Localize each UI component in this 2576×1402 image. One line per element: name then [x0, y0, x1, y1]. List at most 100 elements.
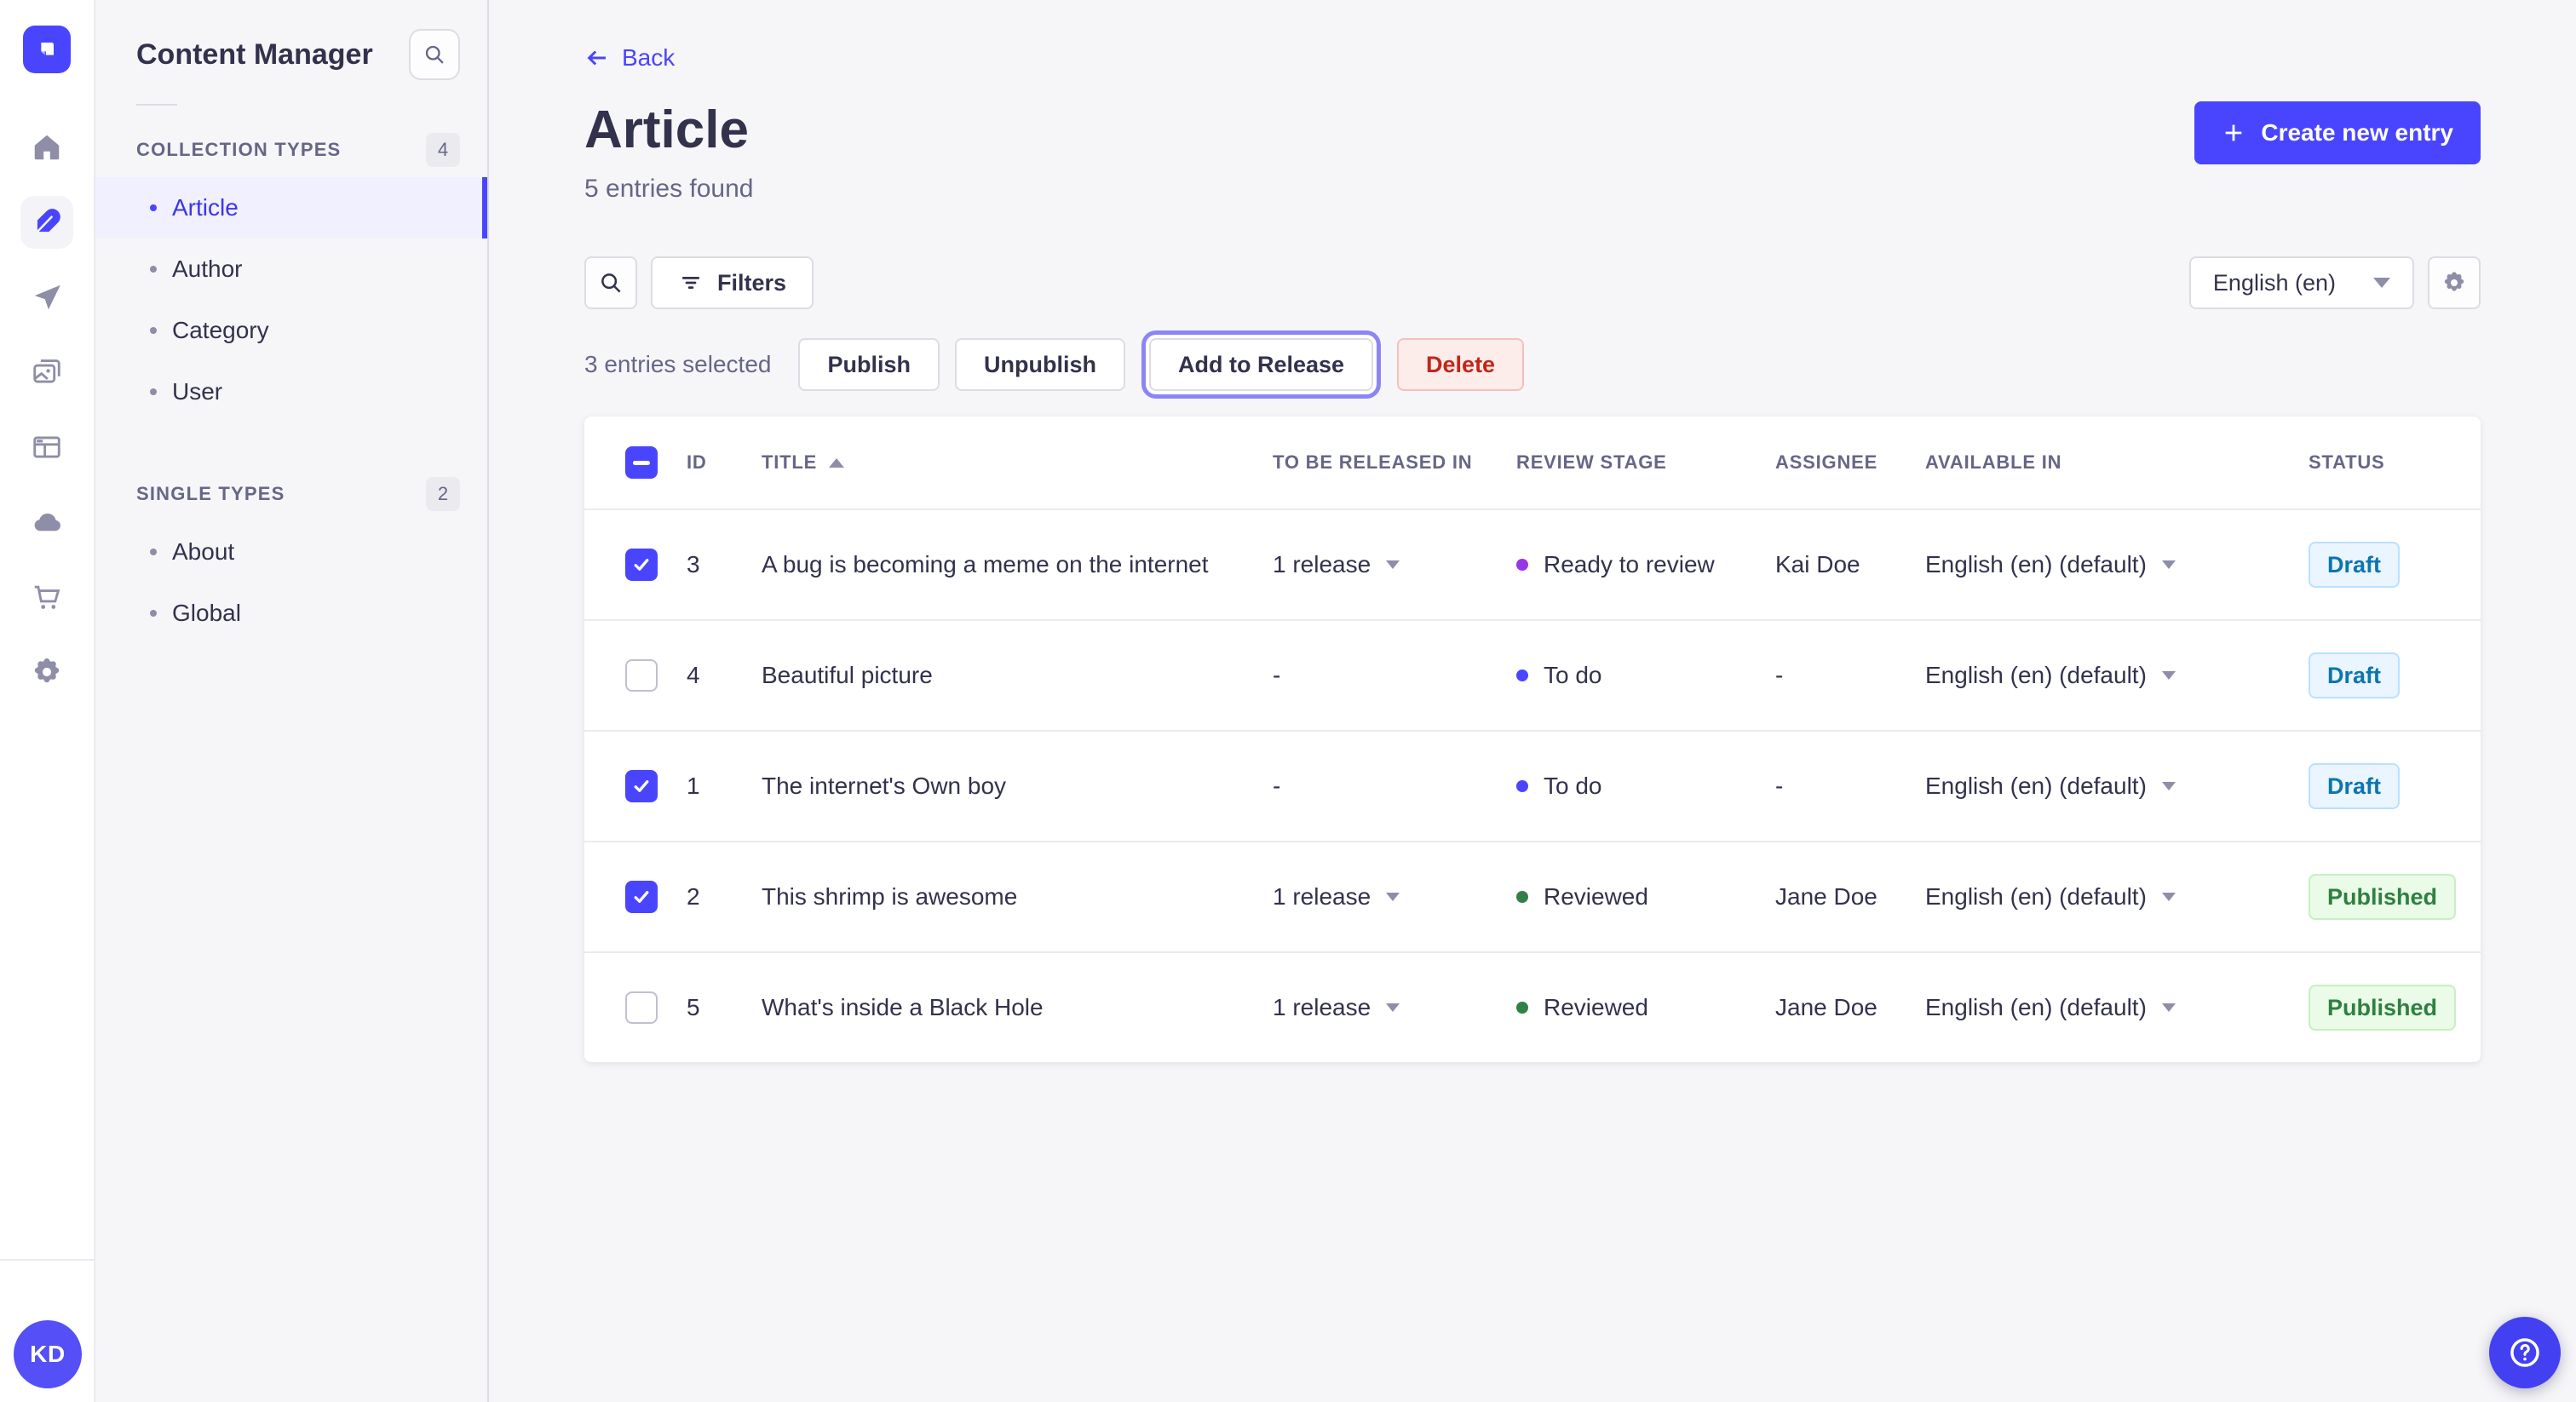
sidebar-search-button[interactable]: [409, 29, 460, 80]
cell-assignee: Kai Doe: [1775, 551, 1860, 578]
release-text: 1 release: [1273, 883, 1371, 911]
publish-button[interactable]: Publish: [798, 338, 940, 392]
chevron-down-icon: [2373, 278, 2390, 289]
sidebar-item-user[interactable]: User: [95, 361, 487, 422]
check-icon: [634, 780, 649, 793]
rail-divider: [0, 1259, 94, 1261]
cell-assignee: Jane Doe: [1775, 994, 1877, 1021]
available-caret-icon[interactable]: [2161, 560, 2176, 570]
stage-text: Ready to review: [1544, 551, 1715, 578]
select-all-checkbox[interactable]: [625, 446, 658, 480]
available-text: English (en) (default): [1925, 883, 2147, 911]
content-type-builder-icon[interactable]: [20, 421, 73, 474]
stage-dot-icon: [1516, 1002, 1528, 1014]
row-checkbox[interactable]: [625, 659, 658, 692]
row-checkbox[interactable]: [625, 991, 658, 1025]
cell-title: This shrimp is awesome: [762, 883, 1018, 911]
cell-title: Beautiful picture: [762, 662, 933, 689]
sidebar-item-about[interactable]: About: [95, 521, 487, 583]
stage-text: Reviewed: [1544, 883, 1648, 911]
content-manager-icon[interactable]: [20, 196, 73, 249]
locale-select[interactable]: English (en): [2188, 256, 2414, 310]
cell-title: A bug is becoming a meme on the internet: [762, 551, 1209, 578]
stage-text: Reviewed: [1544, 994, 1648, 1021]
table-row[interactable]: 3 A bug is becoming a meme on the intern…: [584, 509, 2481, 619]
section-label: SINGLE TYPES: [136, 483, 285, 504]
search-icon: [425, 45, 444, 64]
available-text: English (en) (default): [1925, 773, 2147, 800]
stage-dot-icon: [1516, 891, 1528, 904]
add-to-release-button[interactable]: Add to Release: [1148, 338, 1374, 392]
status-badge: Published: [2309, 874, 2457, 921]
available-caret-icon[interactable]: [2161, 1003, 2176, 1013]
sidebar-item-label: User: [172, 378, 223, 405]
sidebar-item-author[interactable]: Author: [95, 238, 487, 300]
entries-table: ID TITLE TO BE RELEASED IN REVIEW STAGE …: [584, 417, 2481, 1063]
question-mark-icon: [2510, 1338, 2539, 1367]
main-content: Back Article 5 entries found Create new …: [489, 0, 2576, 1402]
help-button[interactable]: [2489, 1317, 2561, 1388]
sidebar-item-article[interactable]: Article: [95, 177, 487, 238]
column-header-title[interactable]: TITLE: [762, 451, 1273, 474]
strapi-logo[interactable]: [23, 26, 71, 73]
row-checkbox[interactable]: [625, 549, 658, 582]
sidebar-item-label: Article: [172, 194, 239, 221]
cell-id: 1: [687, 773, 700, 800]
available-caret-icon[interactable]: [2161, 782, 2176, 791]
release-caret-icon[interactable]: [1386, 1003, 1400, 1013]
gear-icon: [2444, 272, 2464, 291]
release-caret-icon[interactable]: [1386, 893, 1400, 902]
available-caret-icon[interactable]: [2161, 893, 2176, 902]
back-link[interactable]: Back: [584, 44, 675, 72]
section-label: COLLECTION TYPES: [136, 139, 342, 160]
indeterminate-icon: [633, 460, 650, 465]
section-count-badge: 4: [426, 133, 460, 167]
delete-button[interactable]: Delete: [1397, 338, 1525, 392]
releases-icon[interactable]: [20, 271, 73, 324]
sidebar-item-global[interactable]: Global: [95, 583, 487, 644]
bullet-icon: [150, 610, 157, 617]
user-avatar[interactable]: KD: [14, 1320, 82, 1388]
release-text: -: [1273, 773, 1281, 800]
cell-assignee: -: [1775, 773, 1784, 800]
collection-types-section: COLLECTION TYPES 4 Article Author Catego…: [95, 123, 487, 422]
column-header-assignee[interactable]: ASSIGNEE: [1775, 451, 1925, 474]
media-library-icon[interactable]: [20, 346, 73, 399]
table-row[interactable]: 1 The internet's Own boy - To do - Engli…: [584, 730, 2481, 841]
sidebar-item-label: Category: [172, 317, 269, 343]
row-checkbox[interactable]: [625, 881, 658, 914]
sidebar-item-label: About: [172, 538, 235, 565]
unpublish-button[interactable]: Unpublish: [954, 338, 1125, 392]
column-header-id[interactable]: ID: [687, 451, 762, 474]
create-new-entry-button[interactable]: Create new entry: [2194, 101, 2481, 164]
cell-id: 4: [687, 662, 700, 689]
settings-icon[interactable]: [20, 646, 73, 698]
bullet-icon: [150, 266, 157, 273]
deploy-icon[interactable]: [20, 496, 73, 549]
view-settings-button[interactable]: [2428, 256, 2481, 310]
row-checkbox[interactable]: [625, 770, 658, 803]
sort-ascending-icon: [829, 458, 845, 468]
marketplace-icon[interactable]: [20, 571, 73, 623]
column-header-release[interactable]: TO BE RELEASED IN: [1273, 451, 1516, 474]
column-header-available-in[interactable]: AVAILABLE IN: [1925, 451, 2309, 474]
table-row[interactable]: 5 What's inside a Black Hole 1 release R…: [584, 951, 2481, 1062]
available-caret-icon[interactable]: [2161, 671, 2176, 681]
cell-assignee: Jane Doe: [1775, 883, 1877, 911]
column-header-status[interactable]: STATUS: [2309, 451, 2481, 474]
check-icon: [634, 891, 649, 904]
bullet-icon: [150, 388, 157, 395]
filters-button[interactable]: Filters: [651, 256, 814, 310]
table-row[interactable]: 2 This shrimp is awesome 1 release Revie…: [584, 841, 2481, 951]
sidebar-item-category[interactable]: Category: [95, 300, 487, 361]
search-button[interactable]: [584, 256, 637, 310]
table-row[interactable]: 4 Beautiful picture - To do - English (e…: [584, 619, 2481, 730]
bullet-icon: [150, 327, 157, 334]
column-header-review-stage[interactable]: REVIEW STAGE: [1516, 451, 1775, 474]
home-icon[interactable]: [20, 121, 73, 174]
status-badge: Draft: [2309, 542, 2401, 589]
release-caret-icon[interactable]: [1386, 560, 1400, 570]
sidebar-divider: [136, 104, 177, 106]
main-nav-rail: KD: [0, 0, 95, 1402]
sidebar-title: Content Manager: [136, 37, 373, 71]
